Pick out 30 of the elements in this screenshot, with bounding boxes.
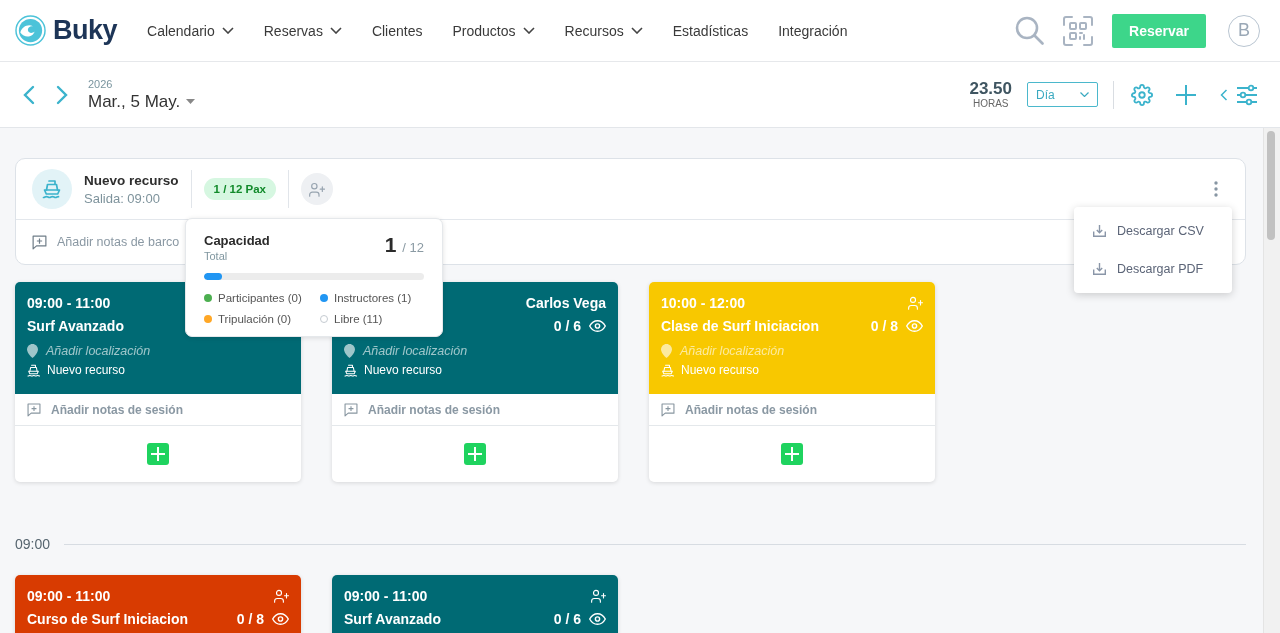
resource-name: Nuevo recurso bbox=[47, 363, 126, 377]
popover-subtitle: Total bbox=[204, 250, 229, 262]
session-title: Surf Avanzado bbox=[344, 611, 441, 627]
participant-count: 0 / 8 bbox=[236, 611, 264, 627]
popover-title: Capacidad bbox=[204, 233, 270, 248]
session-time: 09:00 - 11:00 bbox=[27, 588, 111, 604]
hours-label: HORAS bbox=[972, 98, 1009, 110]
resource-name: Nuevo recurso bbox=[84, 172, 179, 188]
resource-name: Nuevo recurso bbox=[364, 363, 443, 377]
legend-label: Libre (11) bbox=[334, 313, 383, 325]
capacity-total: / 12 bbox=[402, 240, 424, 255]
capacity-count: 1 bbox=[384, 233, 397, 257]
resource-name: Nuevo recurso bbox=[681, 363, 760, 377]
session-time: 09:00 - 11:00 bbox=[27, 295, 111, 311]
session-time: 10:00 - 12:00 bbox=[661, 295, 746, 311]
participant-count: 0 / 6 bbox=[553, 318, 581, 334]
hours-value: 23.50 bbox=[969, 79, 1012, 98]
departure-time: Salida: 09:00 bbox=[84, 190, 161, 206]
session-title: Clase de Surf Iniciacion bbox=[661, 318, 819, 334]
instructor-name: Carlos Vega bbox=[525, 295, 606, 311]
year-label: 2026 bbox=[88, 77, 114, 91]
session-time: 09:00 - 11:00 bbox=[344, 588, 428, 604]
time-label: 09:00 bbox=[15, 536, 51, 552]
participant-count: 0 / 8 bbox=[870, 318, 898, 334]
session-title: Curso de Surf Iniciacion bbox=[27, 611, 189, 627]
legend-label: Participantes (0) bbox=[218, 292, 302, 304]
legend-label: Instructores (1) bbox=[334, 292, 412, 304]
participant-count: 0 / 6 bbox=[553, 611, 581, 627]
session-title: Surf Avanzado bbox=[27, 318, 124, 334]
legend-label: Tripulación (0) bbox=[218, 313, 292, 325]
